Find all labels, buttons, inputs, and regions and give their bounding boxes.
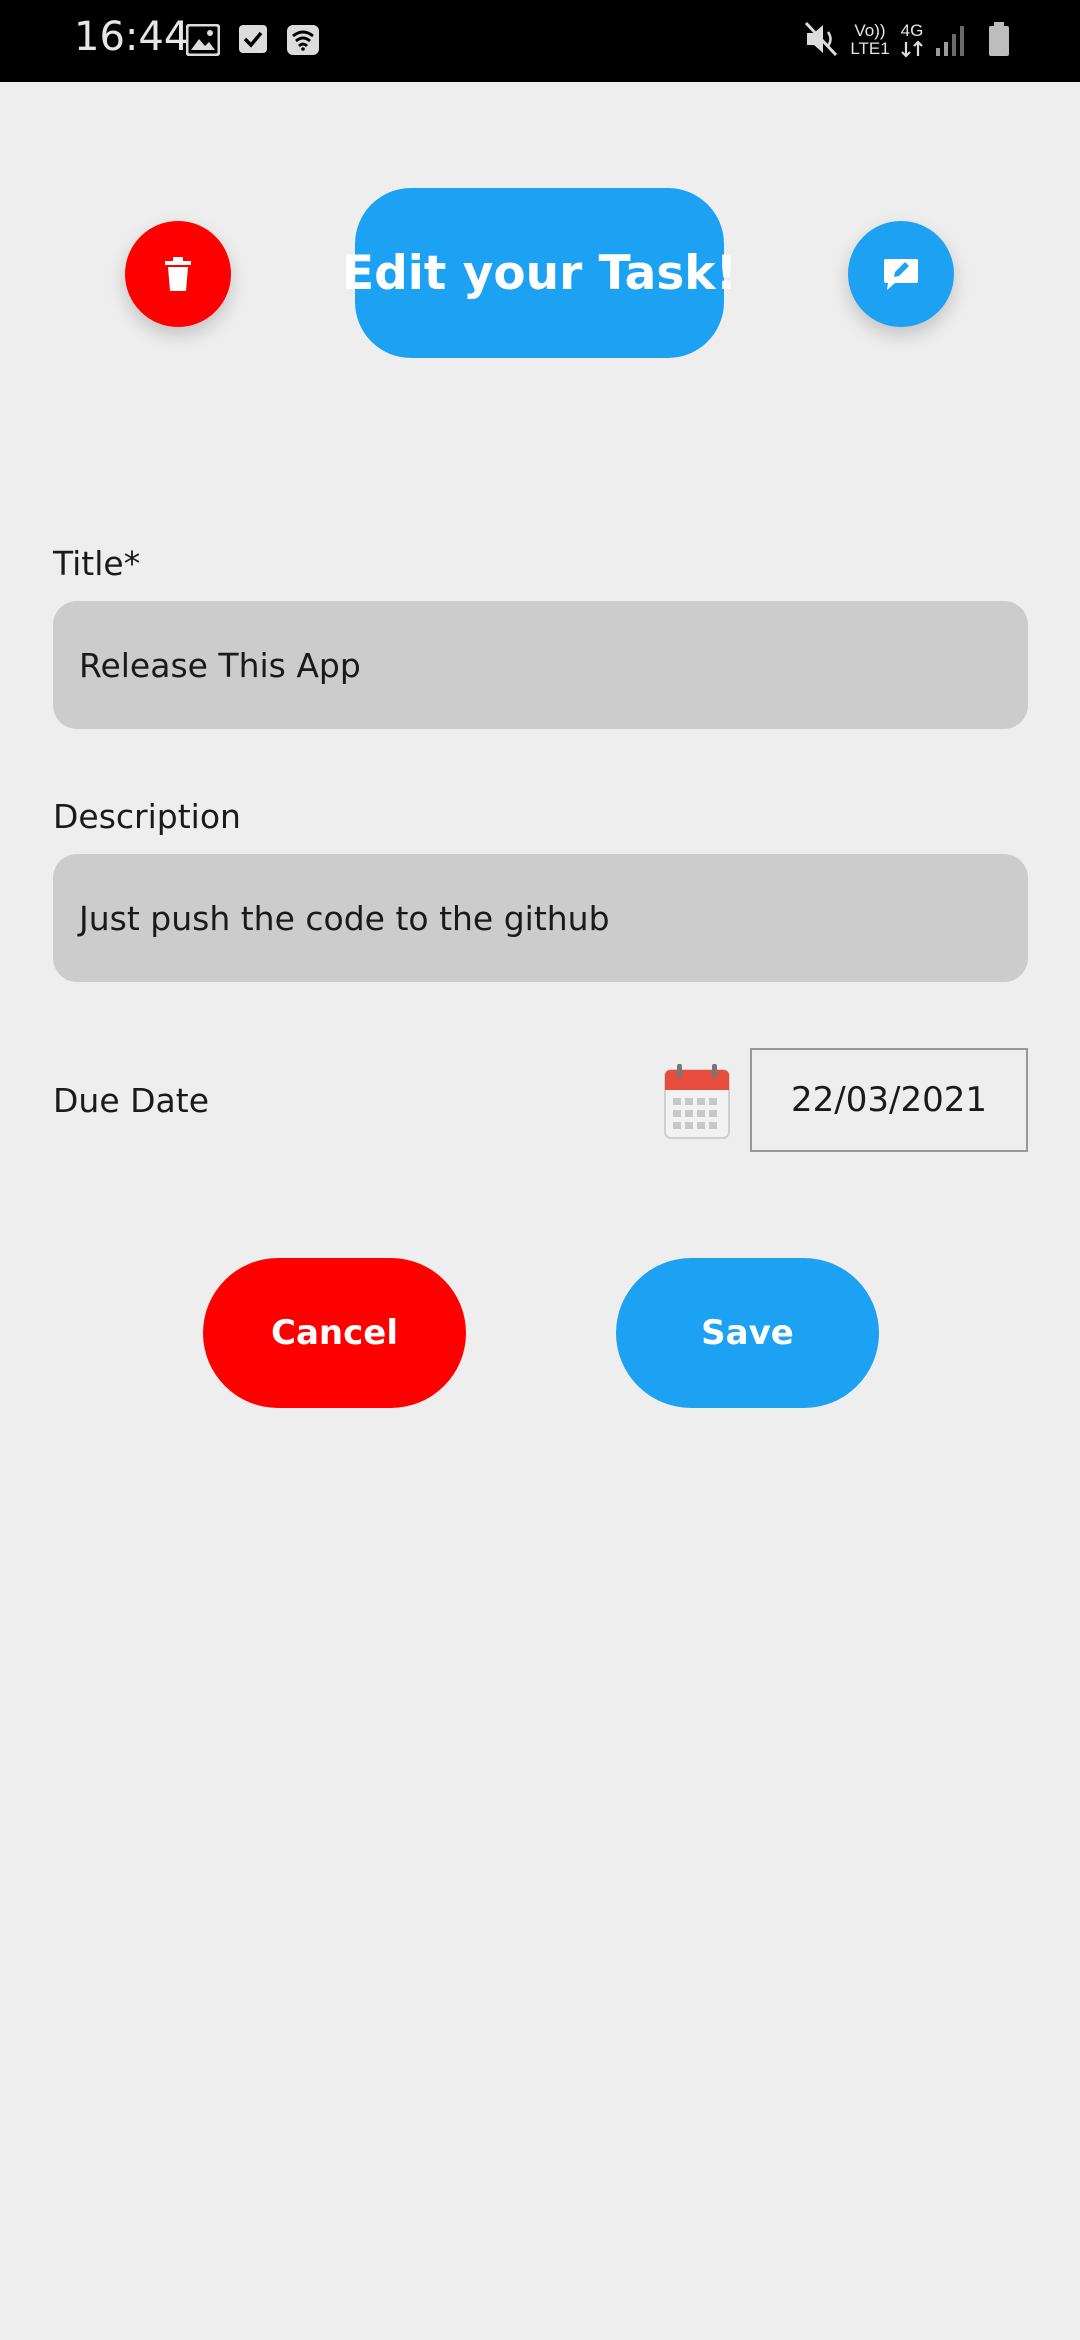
due-date-field[interactable]: 22/03/2021 <box>750 1048 1028 1152</box>
data-arrows-icon <box>901 40 923 58</box>
status-bar: 16:44 Vo)) LTE1 4G <box>0 0 1080 82</box>
page-title: Edit your Task! <box>342 188 737 358</box>
status-time: 16:44 <box>74 14 190 60</box>
network-label: 4G <box>900 21 924 40</box>
battery-icon <box>989 22 1009 56</box>
cancel-button[interactable]: Cancel <box>203 1258 466 1408</box>
delete-task-button[interactable] <box>125 221 231 327</box>
mute-icon <box>804 21 838 57</box>
signal-icon <box>936 26 964 56</box>
lte-label: LTE1 <box>850 39 890 58</box>
edit-task-button[interactable] <box>848 221 954 327</box>
volte-indicator: Vo)) LTE1 <box>848 22 892 58</box>
volte-label: Vo)) <box>854 21 886 40</box>
description-label: Description <box>53 797 241 836</box>
gallery-icon <box>186 24 220 56</box>
title-label: Title* <box>53 544 141 583</box>
calendar-icon[interactable] <box>663 1062 731 1140</box>
wifi-calling-icon <box>287 25 319 55</box>
checkbox-icon <box>239 25 267 53</box>
due-date-label: Due Date <box>53 1081 209 1120</box>
4g-data-indicator: 4G <box>896 22 928 62</box>
edit-message-icon <box>884 259 918 290</box>
description-field[interactable]: Just push the code to the github <box>53 854 1028 982</box>
edit-task-screen: Edit your Task! Title* Release This App … <box>0 82 1080 2340</box>
title-field[interactable]: Release This App <box>53 601 1028 729</box>
trash-icon <box>165 257 191 291</box>
save-button[interactable]: Save <box>616 1258 879 1408</box>
